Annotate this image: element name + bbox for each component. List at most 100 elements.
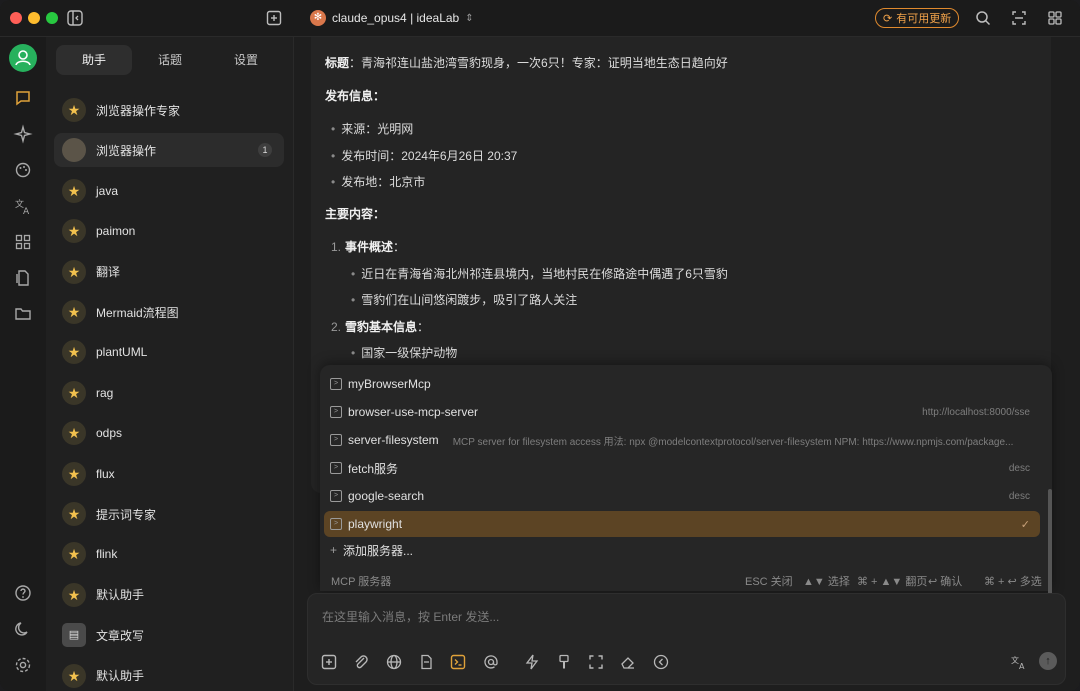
minimize-window-button[interactable]	[28, 12, 40, 24]
knowledge-file-icon[interactable]	[417, 653, 435, 671]
folder-icon[interactable]	[13, 304, 33, 324]
list-item: • 发布地：北京市	[331, 175, 426, 189]
translate-icon[interactable]: 文A	[13, 196, 33, 216]
update-available-button[interactable]: ⟳ 有可用更新	[875, 8, 960, 28]
star-icon: ★	[62, 582, 86, 607]
new-topic-icon[interactable]	[265, 9, 283, 27]
expand-icon[interactable]	[1010, 9, 1028, 27]
message-input[interactable]: 在这里输入消息，按 Enter 发送...	[322, 608, 499, 625]
mcp-server-item[interactable]: > browser-use-mcp-server http://localhost:…	[324, 399, 1040, 425]
assistant-label: 默认助手	[96, 669, 145, 684]
mcp-server-item[interactable]: > server-filesystem MCP server for filesys…	[324, 427, 1040, 453]
svg-text:A: A	[23, 207, 30, 216]
message-input-box: 在这里输入消息，按 Enter 发送... 文 A ↑	[307, 593, 1066, 685]
send-button[interactable]: ↑	[1039, 652, 1057, 670]
list-item: • 近日在青海省海北州祁连县境内，当地村民在修路途中偶遇了6只雪豹	[351, 267, 728, 281]
help-icon[interactable]	[13, 583, 33, 603]
add-server-label: 添加服务器...	[343, 543, 414, 558]
model-selector[interactable]: ✻ claude_opus4 | ideaLab ⇕	[310, 8, 474, 28]
apps-grid-icon[interactable]	[1046, 9, 1064, 27]
close-window-button[interactable]	[10, 12, 22, 24]
star-icon: ★	[62, 300, 86, 324]
assistant-item[interactable]: ★ plantUML	[54, 335, 284, 369]
lightning-icon[interactable]	[523, 653, 541, 671]
assistant-item[interactable]: ★ 浏览器操作专家	[54, 93, 284, 127]
assistant-label: 浏览器操作专家	[96, 103, 181, 118]
list-item: • 来源：光明网	[331, 122, 414, 136]
refresh-icon: ⟳	[883, 12, 893, 25]
mention-at-icon[interactable]	[482, 653, 500, 671]
assistant-label: flink	[96, 547, 118, 562]
star-icon: ★	[62, 663, 86, 688]
mcp-tools-icon[interactable]	[449, 653, 467, 671]
document-icon: ▤	[62, 623, 86, 648]
assistant-item[interactable]: ★ java	[54, 174, 284, 208]
mcp-server-dropdown: > myBrowserMcp > browser-use-mcp-server http…	[320, 365, 1052, 591]
mcp-server-item[interactable]: > fetch服务 desc	[324, 455, 1040, 481]
chat-icon[interactable]	[13, 88, 33, 108]
assistant-label: 提示词专家	[96, 507, 157, 522]
mcp-server-name: playwright	[348, 517, 403, 531]
translate-icon[interactable]: 文A	[1010, 653, 1028, 671]
assistant-item[interactable]: ★ rag	[54, 376, 284, 410]
moon-icon[interactable]	[13, 619, 33, 639]
eraser-icon[interactable]	[619, 653, 637, 671]
hint-close: ESC 关闭	[745, 576, 793, 588]
chevron-updown-icon: ⇕	[465, 12, 474, 24]
add-server-button[interactable]: + 添加服务器...	[324, 537, 1040, 563]
assistant-item[interactable]: 浏览器操作 1	[54, 133, 284, 168]
dropdown-scrollbar[interactable]	[1048, 489, 1052, 601]
svg-text:文: 文	[1011, 655, 1019, 665]
section-heading: 2. 雪豹基本信息：	[331, 320, 430, 334]
assistant-item[interactable]: ★ paimon	[54, 214, 284, 248]
tab-assistants[interactable]: 助手	[56, 45, 132, 75]
assistant-item[interactable]: ★ odps	[54, 416, 284, 450]
tab-topics[interactable]: 话题	[132, 45, 208, 75]
sparkle-icon[interactable]	[13, 124, 33, 144]
assistant-item[interactable]: ★ flux	[54, 457, 284, 491]
web-search-icon[interactable]	[385, 653, 403, 671]
search-icon[interactable]	[974, 9, 992, 27]
settings-gear-icon[interactable]	[13, 655, 33, 675]
attachment-icon[interactable]	[352, 653, 370, 671]
server-icon: >	[330, 406, 342, 418]
model-name-label: claude_opus4 | ideaLab	[332, 11, 460, 25]
assistant-item[interactable]: ▤ 文章改写	[54, 618, 284, 652]
files-icon[interactable]	[13, 268, 33, 288]
brush-icon[interactable]	[555, 653, 573, 671]
star-icon: ★	[62, 259, 86, 284]
server-icon: >	[330, 490, 342, 502]
assistant-item[interactable]: ★ Mermaid流程图	[54, 295, 284, 329]
assistant-label: java	[96, 183, 119, 198]
assistant-label: 浏览器操作	[96, 143, 157, 158]
mcp-server-description: desc	[1008, 490, 1030, 502]
assistant-item[interactable]: ★ 默认助手	[54, 578, 284, 612]
nav-rail: 文A	[0, 37, 46, 691]
palette-icon[interactable]	[13, 160, 33, 180]
assistant-item[interactable]: ★ 翻译	[54, 255, 284, 289]
assistant-item[interactable]: ★ 默认助手	[54, 659, 284, 691]
fullscreen-icon[interactable]	[587, 653, 605, 671]
assistant-label: rag	[96, 385, 114, 400]
assistant-label: 文章改写	[96, 628, 145, 643]
title-text: 青海祁连山盐池湾雪豹现身，一次6只！专家：证明当地生态日趋向好	[361, 56, 728, 70]
mcp-server-item[interactable]: > playwright ✓	[324, 511, 1040, 537]
mcp-server-item[interactable]: > myBrowserMcp	[324, 371, 1040, 397]
chat-area: 标题：青海祁连山盐池湾雪豹现身，一次6只！专家：证明当地生态日趋向好 发布信息：…	[294, 37, 1080, 691]
claude-logo-icon: ✻	[310, 10, 326, 26]
chevron-left-icon[interactable]	[652, 653, 670, 671]
user-avatar[interactable]	[9, 44, 37, 72]
hint-confirm: ↩ 确认	[928, 576, 963, 588]
new-topic-icon[interactable]	[320, 653, 338, 671]
star-icon: ★	[62, 502, 86, 526]
maximize-window-button[interactable]	[46, 12, 58, 24]
apps-icon[interactable]	[13, 232, 33, 252]
mcp-server-item[interactable]: > google-search desc	[324, 483, 1040, 509]
assistant-item[interactable]: ★ flink	[54, 537, 284, 571]
toggle-sidebar-icon[interactable]	[66, 9, 84, 27]
assistant-item[interactable]: ★ 提示词专家	[54, 497, 284, 531]
mcp-footer-label: MCP 服务器	[331, 576, 392, 588]
mcp-server-description: MCP server for filesystem access 用法: npx…	[452, 436, 1014, 448]
server-icon: >	[330, 518, 342, 530]
tab-settings[interactable]: 设置	[208, 45, 284, 75]
